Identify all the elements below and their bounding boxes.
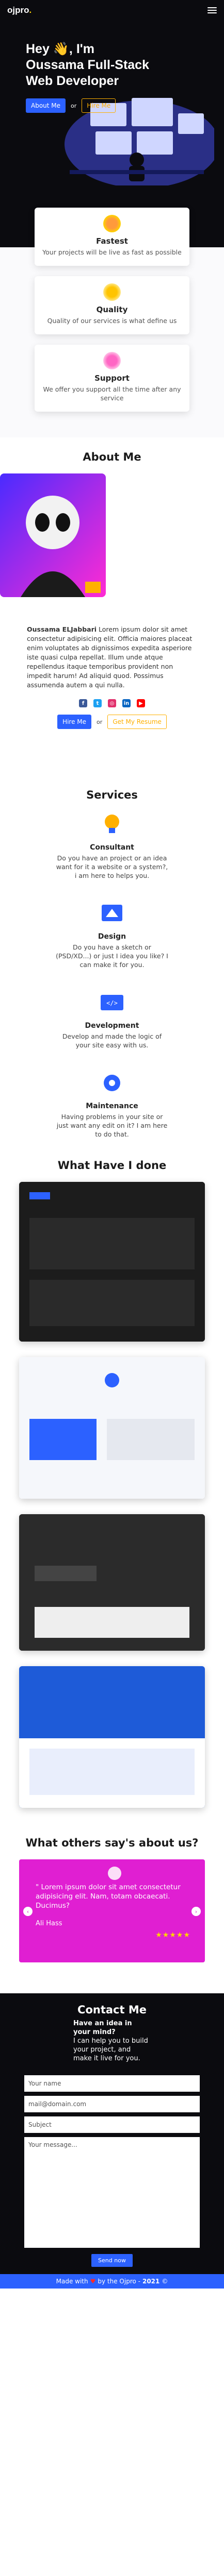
medal-icon [103,283,121,301]
features-section: Fastest Your projects will be live as fa… [0,198,224,437]
logo-text: ojpro [7,5,29,15]
service-text: Do you have a sketch or (PSD/XD...) or j… [56,943,168,969]
about-bio-text: Lorem ipsum dolor sit amet consectetur a… [27,625,193,689]
contact-form: Your name mail@domain.com Subject Your m… [24,2075,200,2267]
service-consultant: Consultant Do you have an project or an … [55,811,169,880]
project-preview [19,1357,205,1499]
or-text: or [97,718,103,725]
footer-made: Made with [56,2278,88,2285]
testimonials-section: What others say's about us? ‹ › " Lorem … [0,1823,224,1993]
service-title: Maintenance [86,1102,138,1110]
project-preview [19,1182,205,1342]
email-field[interactable]: mail@domain.com [24,2096,200,2112]
linkedin-icon[interactable]: in [122,699,131,707]
youtube-icon[interactable]: ▶ [137,699,145,707]
feature-text: Your projects will be live as fast as po… [42,248,182,256]
testimonial-quote: " Lorem ipsum dolor sit amet consectetur… [36,1883,181,1910]
or-text: or [71,102,77,109]
testimonial-card: ‹ › " Lorem ipsum dolor sit amet consect… [19,1859,205,1962]
svg-text:</>: </> [106,999,118,1007]
about-section: About Me Oussama ELJabbari Lorem ipsum d… [0,437,224,729]
service-maintenance: Maintenance Having problems in your site… [55,1070,169,1139]
prev-arrow-icon[interactable]: ‹ [23,1907,33,1916]
project-screenshot-shop[interactable] [19,1182,205,1342]
logo[interactable]: ojpro. [7,5,31,15]
services-title: Services [86,789,138,801]
contact-subtitle-text: I can help you to build your project, an… [73,2037,148,2062]
service-design: Design Do you have a sketch or (PSD/XD..… [55,901,169,969]
project-screenshot-blog[interactable] [19,1357,205,1499]
send-button[interactable]: Send now [91,2254,133,2267]
facebook-icon[interactable]: f [79,699,87,707]
logo-dot: . [29,5,32,15]
message-field[interactable]: Your message... [24,2137,200,2248]
service-text: Having problems in your site or just wan… [56,1113,168,1138]
feature-text: We offer you support all the time after … [43,385,181,402]
project-preview [19,1514,205,1651]
reviewer-avatar [108,1867,121,1880]
contact-subtitle: Have an idea in your mind? I can help you… [73,2019,151,2063]
service-development: </> Development Develop and made the log… [55,990,169,1049]
next-arrow-icon[interactable]: › [191,1907,201,1916]
project-screenshot-arabic[interactable] [19,1666,205,1808]
twitter-icon[interactable]: t [93,699,102,707]
feature-title: Fastest [96,236,128,246]
support-icon [103,352,121,369]
testimonial-author: Ali Hass [36,1920,62,1927]
hire-me-button[interactable]: Hire Me [82,98,116,113]
development-icon: </> [101,995,123,1010]
rocket-icon [103,215,121,232]
navbar: ojpro. [0,0,224,21]
subject-field[interactable]: Subject [24,2116,200,2133]
resume-button[interactable]: Get My Resume [107,715,167,729]
feature-title: Support [94,374,130,383]
social-links: f t ◎ in ▶ [27,699,197,707]
about-bio: Oussama ELJabbari Lorem ipsum dolor sit … [27,625,197,690]
feature-card-support: Support We offer you support all the tim… [35,345,189,412]
about-me-button[interactable]: About Me [26,98,66,113]
contact-title: Contact Me [77,2004,147,2016]
hire-me-button[interactable]: Hire Me [57,715,92,729]
rating-stars: ★★★★★ [155,1931,190,1939]
footer: Made with ♥ by the Ojpro - 2021 © [0,2274,224,2289]
developer-illustration [65,98,214,185]
service-title: Development [85,1022,139,1030]
feature-text: Quality of our services is what define u… [47,317,177,325]
portfolio-section: What Have I done [0,1159,224,1808]
hero-section: Hey 👋, I'm Oussama Full-Stack Web Develo… [0,21,224,198]
hero-heading: Hey 👋, I'm Oussama Full-Stack Web Develo… [26,42,149,88]
project-preview [19,1666,205,1808]
lightbulb-icon [105,815,119,833]
feature-title: Quality [96,305,128,314]
name-field[interactable]: Your name [24,2075,200,2092]
heart-icon: ♥ [90,2278,96,2285]
design-icon [102,905,122,921]
footer-by: by the Ojpro - [98,2278,140,2285]
service-text: Develop and made the logic of your site … [62,1032,162,1049]
service-text: Do you have an project or an idea want f… [56,854,168,879]
feature-card-fastest: Fastest Your projects will be live as fa… [35,208,189,266]
profile-photo [0,473,106,597]
wrench-icon [104,1075,120,1091]
copyright-icon: © [162,2278,168,2285]
portfolio-title: What Have I done [57,1159,167,1172]
services-section: Services Consultant Do you have an proje… [0,775,224,1139]
hamburger-menu-icon[interactable] [207,7,217,13]
project-screenshot-dark[interactable] [19,1514,205,1651]
testimonials-title: What others say's about us? [25,1837,199,1849]
contact-section: Contact Me Have an idea in your mind? I c… [0,1993,224,2289]
footer-year: 2021 [142,2278,160,2285]
service-title: Design [98,933,126,941]
about-name: Oussama ELJabbari [27,625,97,633]
contact-subtitle-bold: Have an idea in your mind? [73,2020,132,2036]
instagram-icon[interactable]: ◎ [108,699,116,707]
about-title: About Me [83,451,141,463]
feature-card-quality: Quality Quality of our services is what … [35,276,189,334]
service-title: Consultant [90,843,134,852]
